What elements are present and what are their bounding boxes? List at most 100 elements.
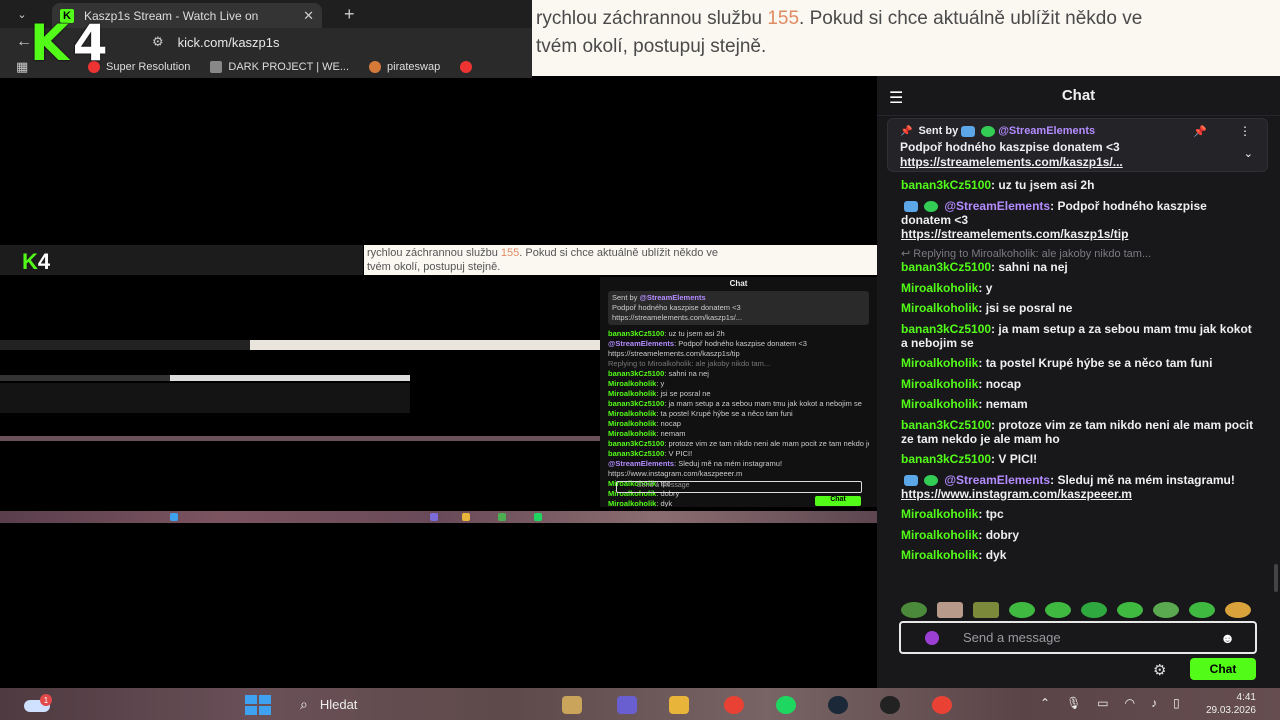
chat-scrollbar[interactable] [1274,564,1278,592]
nested-user: banan3kCz5100 [608,369,665,378]
reply-indicator[interactable]: ↩ Replying to Miroalkoholik: ale jakoby … [901,247,1256,260]
chrome-icon[interactable] [932,696,952,714]
site-info-icon[interactable]: ⚙ [152,34,164,50]
chat-username[interactable]: Miroalkoholik [901,507,978,521]
chat-username[interactable]: banan3kCz5100 [901,260,991,274]
bookmark-pirateswap[interactable]: pirateswap [369,61,440,73]
microphone-icon[interactable]: 🎙 [1066,696,1081,710]
chat-username[interactable]: Miroalkoholik [901,377,978,391]
chat-text: sahni na nej [998,260,1068,274]
nested-user: banan3kCz5100 [608,439,665,448]
chat-link[interactable]: https://www.instagram.com/kaszpeeer.m [901,487,1132,501]
file-explorer-icon[interactable] [669,696,689,714]
tray-chevron-icon[interactable]: ⌃ [1040,696,1050,710]
pinned-message[interactable]: 📌 Sent by @StreamElements 📌 ⋮ ⌄ Podpoř h… [887,118,1268,172]
clock[interactable]: 4:41 29.03.2026 [1206,691,1256,717]
bookmark-dark-project[interactable]: DARK PROJECT | WE... [210,61,349,73]
nested-chat-line: https://www.instagram.com/kaszpeeer.m [608,469,869,479]
chat-link[interactable]: https://streamelements.com/kaszp1s/tip [901,227,1128,241]
pinned-sent-by: Sent by [918,125,959,137]
verified-badge-icon [924,200,938,212]
nested-user: banan3kCz5100 [608,449,665,458]
nested-k4-logo: K4 [22,251,50,273]
obs-icon[interactable] [880,696,900,714]
start-tile [245,706,257,715]
chat-username[interactable]: Miroalkoholik [901,548,978,562]
recursive-screen-capture: K4 rychlou záchrannou službu 155. Pokud … [0,245,877,523]
emote-icon[interactable] [901,602,927,618]
taskbar-app-icon[interactable] [562,696,582,714]
pinned-link[interactable]: https://streamelements.com/kaszp1s/... [900,155,1255,169]
system-tray: ⌃ 🎙 ▭ ◠ ♪ ▯ [1040,696,1180,710]
weather-widget[interactable]: 1 [24,694,52,714]
pinned-author[interactable]: @StreamElements [998,125,1095,137]
chat-settings-icon[interactable]: ⚙ [1153,661,1166,679]
chat-send-button[interactable]: Chat [1190,658,1256,680]
nested-chat-line: Miroalkoholik: y [608,379,665,388]
chat-input-placeholder[interactable]: Send a message [963,630,1220,645]
chat-username[interactable]: Miroalkoholik [901,356,978,370]
nested-text: y [660,379,665,388]
unpin-icon[interactable]: 📌 [1193,125,1207,138]
nested-text: V PICI! [668,449,693,458]
emote-icon[interactable] [1081,602,1107,618]
nested-reply: Replying to Miroalkoholik: ale jakoby ni… [608,359,771,368]
pinterest-icon [460,61,473,73]
bot-badge-icon [961,125,976,137]
battery-level-icon[interactable]: ▯ [1173,696,1180,710]
chat-username[interactable]: Miroalkoholik [901,281,978,295]
nested-chat-line: banan3kCz5100: uz tu jsem asi 2h [608,329,725,338]
start-button[interactable] [245,695,271,715]
chat-username[interactable]: banan3kCz5100 [901,178,991,192]
new-tab-icon[interactable]: + [344,4,355,25]
dark-project-icon [210,61,223,73]
chat-username[interactable]: Miroalkoholik [901,397,978,411]
expand-chevron-icon[interactable]: ⌄ [1244,147,1253,160]
steam-icon[interactable] [828,696,848,714]
teams-icon[interactable] [617,696,637,714]
battery-icon[interactable]: ▭ [1097,696,1108,710]
chat-username[interactable]: @StreamElements [944,199,1050,213]
emote-icon[interactable] [973,602,999,618]
nested-chat-line: banan3kCz5100: sahni na nej [608,369,709,378]
chat-username[interactable]: @StreamElements [944,473,1050,487]
chat-username[interactable]: banan3kCz5100 [901,322,991,336]
verified-badge-icon [924,474,938,486]
bookmark-pinterest[interactable] [460,61,478,73]
reply-icon: ↩ [901,248,914,260]
emote-icon[interactable] [1225,602,1251,618]
chat-input[interactable]: Send a message ☻ [899,621,1257,654]
chat-username[interactable]: Miroalkoholik [901,528,978,542]
nested-strip [170,375,410,381]
chat-message: Miroalkoholik: nemam [901,397,1028,411]
nested-user: Miroalkoholik [608,419,657,428]
chat-text: tpc [985,507,1004,521]
stream-video[interactable]: K4 rychlou záchrannou službu 155. Pokud … [0,80,877,688]
chat-username[interactable]: banan3kCz5100 [901,418,991,432]
nested-pinned-author: @StreamElements [639,293,706,302]
nested-notice-text: . Pokud si chce aktuálně ublížit někdo v… [519,247,719,259]
emote-icon[interactable] [1045,602,1071,618]
emoji-picker-icon[interactable]: ☻ [1220,630,1235,646]
url-text[interactable]: kick.com/kaszp1s [178,35,280,50]
emote-icon[interactable] [1189,602,1215,618]
url-box[interactable]: ⚙ kick.com/kaszp1s [152,31,296,53]
nested-chat-input: Send a message [616,481,862,493]
tab-close-icon[interactable]: ✕ [303,8,314,24]
emote-icon[interactable] [1117,602,1143,618]
emote-icon[interactable] [937,602,963,618]
emote-icon[interactable] [1153,602,1179,618]
chat-username[interactable]: Miroalkoholik [901,301,978,315]
emote-icon[interactable] [1009,602,1035,618]
wifi-icon[interactable]: ◠ [1125,696,1135,710]
chrome-icon[interactable] [724,696,744,714]
spotify-icon[interactable] [776,696,796,714]
taskbar-search[interactable]: ⌕ Hledat [300,696,357,713]
weather-badge: 1 [40,694,52,706]
collapse-chat-icon[interactable]: ☰ [889,88,903,108]
volume-icon[interactable]: ♪ [1151,696,1157,710]
nested-user: Miroalkoholik [608,379,657,388]
chat-username[interactable]: banan3kCz5100 [901,452,991,466]
more-options-icon[interactable]: ⋮ [1239,124,1251,138]
nested-chat-line: banan3kCz5100: ja mam setup a za sebou m… [608,399,862,408]
